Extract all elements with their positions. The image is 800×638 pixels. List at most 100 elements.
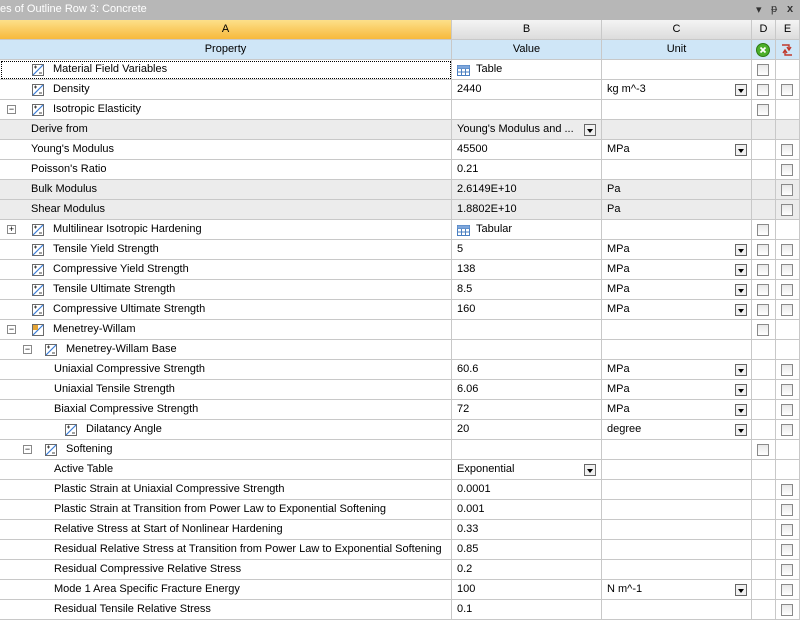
value-cell[interactable]: 0.85 [452,540,602,560]
property-row[interactable]: Shear Modulus 1.8802E+10 Pa [0,200,800,220]
display-checkbox[interactable] [757,284,769,296]
property-cell[interactable]: Derive from [0,120,452,140]
table-link[interactable]: Tabular [476,220,512,239]
display-checkbox[interactable] [757,84,769,96]
property-cell[interactable]: Tensile Yield Strength [0,240,452,260]
property-cell[interactable]: Young's Modulus [0,140,452,160]
property-row[interactable]: Plastic Strain at Transition from Power … [0,500,800,520]
property-cell[interactable]: Dilatancy Angle [0,420,452,440]
property-row[interactable]: Compressive Yield Strength 138 MPa [0,260,800,280]
property-cell[interactable]: Density [0,80,452,100]
expand-toggle-icon[interactable]: − [7,325,16,334]
pin-icon[interactable]: ᵽ [771,3,777,15]
property-cell[interactable]: Relative Stress at Start of Nonlinear Ha… [0,520,452,540]
property-row[interactable]: Material Field Variables Table [0,60,800,80]
unit-cell[interactable] [602,340,752,360]
property-cell[interactable]: Residual Relative Stress at Transition f… [0,540,452,560]
property-row[interactable]: Young's Modulus 45500 MPa [0,140,800,160]
parameter-checkbox[interactable] [781,584,793,596]
property-row[interactable]: Residual Relative Stress at Transition f… [0,540,800,560]
column-header-c[interactable]: C [602,20,752,40]
value-cell[interactable]: 20 [452,420,602,440]
expand-toggle-icon[interactable]: + [7,225,16,234]
value-cell[interactable]: Table [452,60,602,80]
property-row[interactable]: − Isotropic Elasticity [0,100,800,120]
property-row[interactable]: Bulk Modulus 2.6149E+10 Pa [0,180,800,200]
chevron-down-icon[interactable] [735,244,747,256]
unit-cell[interactable] [602,160,752,180]
value-cell[interactable]: Exponential [452,460,602,480]
property-row[interactable]: Poisson's Ratio 0.21 [0,160,800,180]
column-header-d[interactable]: D [752,20,776,40]
property-cell[interactable]: Material Field Variables [0,60,452,80]
display-checkbox[interactable] [757,444,769,456]
unit-cell[interactable] [602,520,752,540]
property-row[interactable]: + Multilinear Isotropic Hardening Tabular [0,220,800,240]
unit-cell[interactable] [602,500,752,520]
property-row[interactable]: Active Table Exponential [0,460,800,480]
property-row[interactable]: − Menetrey-Willam [0,320,800,340]
property-cell[interactable]: Compressive Ultimate Strength [0,300,452,320]
unit-cell[interactable] [602,560,752,580]
column-header-a[interactable]: A [0,20,452,40]
parameter-checkbox[interactable] [781,484,793,496]
property-cell[interactable]: Uniaxial Compressive Strength [0,360,452,380]
property-cell[interactable]: Biaxial Compressive Strength [0,400,452,420]
parameter-checkbox[interactable] [781,204,793,216]
value-cell[interactable]: 0.001 [452,500,602,520]
value-cell[interactable]: 5 [452,240,602,260]
chevron-down-icon[interactable] [735,364,747,376]
display-checkbox[interactable] [757,224,769,236]
display-checkbox[interactable] [757,64,769,76]
value-cell[interactable]: 0.2 [452,560,602,580]
panel-menu-icon[interactable]: ▾ [756,3,762,16]
chevron-down-icon[interactable] [735,404,747,416]
parameter-checkbox[interactable] [781,184,793,196]
parameter-checkbox[interactable] [781,404,793,416]
display-checkbox[interactable] [757,324,769,336]
value-cell[interactable]: 60.6 [452,360,602,380]
property-row[interactable]: Tensile Yield Strength 5 MPa [0,240,800,260]
chevron-down-icon[interactable] [735,304,747,316]
property-cell[interactable]: Residual Tensile Relative Stress [0,600,452,620]
property-row[interactable]: Mode 1 Area Specific Fracture Energy 100… [0,580,800,600]
property-cell[interactable]: Active Table [0,460,452,480]
unit-cell[interactable]: degree [602,420,752,440]
value-cell[interactable] [452,440,602,460]
unit-cell[interactable] [602,440,752,460]
parameter-checkbox[interactable] [781,244,793,256]
unit-cell[interactable]: N m^-1 [602,580,752,600]
parameter-checkbox[interactable] [781,524,793,536]
parameter-checkbox[interactable] [781,304,793,316]
table-icon[interactable] [457,224,470,236]
close-icon[interactable]: x [787,3,793,15]
parameter-checkbox[interactable] [781,544,793,556]
property-cell[interactable]: Bulk Modulus [0,180,452,200]
value-cell[interactable]: 160 [452,300,602,320]
parameter-checkbox[interactable] [781,164,793,176]
chevron-down-icon[interactable] [735,384,747,396]
unit-cell[interactable]: kg m^-3 [602,80,752,100]
property-cell[interactable]: Shear Modulus [0,200,452,220]
parameter-checkbox[interactable] [781,364,793,376]
unit-cell[interactable] [602,460,752,480]
property-row[interactable]: Density 2440 kg m^-3 [0,80,800,100]
property-cell[interactable]: Plastic Strain at Transition from Power … [0,500,452,520]
unit-cell[interactable] [602,600,752,620]
property-row[interactable]: − Menetrey-Willam Base [0,340,800,360]
value-cell[interactable]: 100 [452,580,602,600]
property-cell[interactable]: − Menetrey-Willam [0,320,452,340]
value-cell[interactable]: 0.33 [452,520,602,540]
value-cell[interactable] [452,340,602,360]
property-cell[interactable]: − Menetrey-Willam Base [0,340,452,360]
display-checkbox[interactable] [757,304,769,316]
property-row[interactable]: Derive from Young's Modulus and ... [0,120,800,140]
value-cell[interactable]: Tabular [452,220,602,240]
unit-cell[interactable]: MPa [602,280,752,300]
chevron-down-icon[interactable] [735,584,747,596]
parameter-checkbox[interactable] [781,604,793,616]
property-cell[interactable]: Poisson's Ratio [0,160,452,180]
display-checkbox[interactable] [757,264,769,276]
expand-toggle-icon[interactable]: − [23,445,32,454]
chevron-down-icon[interactable] [735,424,747,436]
